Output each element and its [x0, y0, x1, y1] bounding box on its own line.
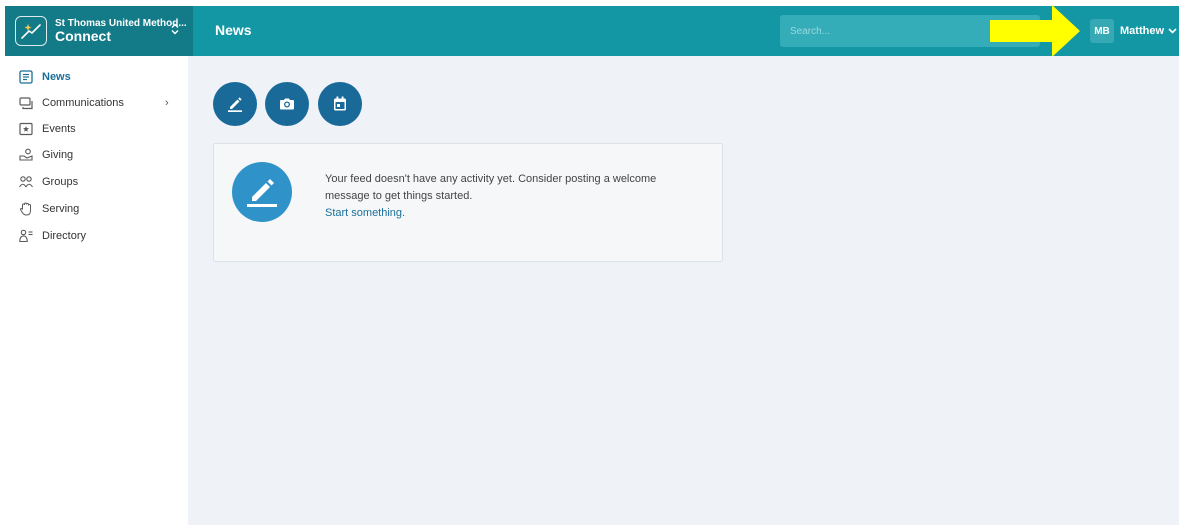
empty-feed-card: Your feed doesn't have any activity yet.… — [213, 143, 723, 262]
camera-icon — [280, 98, 294, 110]
sidebar-item-directory[interactable]: Directory — [5, 224, 188, 248]
empty-feed-message: Your feed doesn't have any activity yet.… — [325, 173, 657, 202]
sidebar-item-label: Giving — [42, 149, 74, 161]
sidebar-item-label: Directory — [42, 230, 87, 242]
sidebar-item-label: News — [42, 71, 71, 83]
chevron-right-icon: › — [165, 97, 169, 109]
sidebar-item-communications[interactable]: Communications › — [5, 91, 188, 115]
new-event-button[interactable] — [318, 82, 362, 126]
org-switcher[interactable]: St Thomas United Method... Connect — [5, 6, 193, 56]
new-photo-button[interactable] — [265, 82, 309, 126]
sidebar-item-giving[interactable]: Giving — [5, 143, 188, 167]
sidebar-item-events[interactable]: Events — [5, 117, 188, 141]
annotation-arrow-icon — [990, 5, 1080, 57]
start-something-link[interactable]: Start something. — [325, 207, 405, 219]
sidebar: News Communications › Events Giving Grou… — [5, 56, 188, 525]
user-menu[interactable]: MB Matthew — [1090, 16, 1177, 46]
sidebar-item-label: Serving — [42, 203, 80, 215]
directory-icon — [19, 229, 33, 243]
sidebar-item-groups[interactable]: Groups — [5, 170, 188, 194]
chevron-down-icon — [1168, 28, 1177, 34]
groups-icon — [19, 175, 33, 189]
new-post-button[interactable] — [213, 82, 257, 126]
sidebar-item-news[interactable]: News — [5, 65, 188, 89]
app-name: Connect — [55, 27, 111, 44]
sidebar-item-label: Events — [42, 123, 76, 135]
sidebar-item-label: Communications — [42, 97, 124, 109]
user-name: Matthew — [1120, 25, 1164, 37]
calendar-icon — [334, 96, 346, 111]
news-icon — [19, 70, 33, 84]
communications-icon — [19, 96, 33, 110]
giving-icon — [19, 148, 33, 162]
avatar: MB — [1090, 19, 1114, 43]
pencil-icon — [228, 97, 242, 112]
sidebar-item-label: Groups — [42, 176, 79, 188]
empty-feed-illustration — [232, 162, 292, 222]
page-title: News — [215, 22, 252, 38]
pencil-icon — [247, 179, 277, 207]
serving-icon — [19, 202, 33, 216]
org-logo-icon — [15, 16, 47, 46]
main-content: Your feed doesn't have any activity yet.… — [188, 56, 1179, 525]
app: St Thomas United Method... Connect News … — [0, 0, 1179, 525]
updown-chevron-icon — [171, 23, 179, 35]
events-icon — [19, 122, 33, 136]
sidebar-item-serving[interactable]: Serving — [5, 197, 188, 221]
